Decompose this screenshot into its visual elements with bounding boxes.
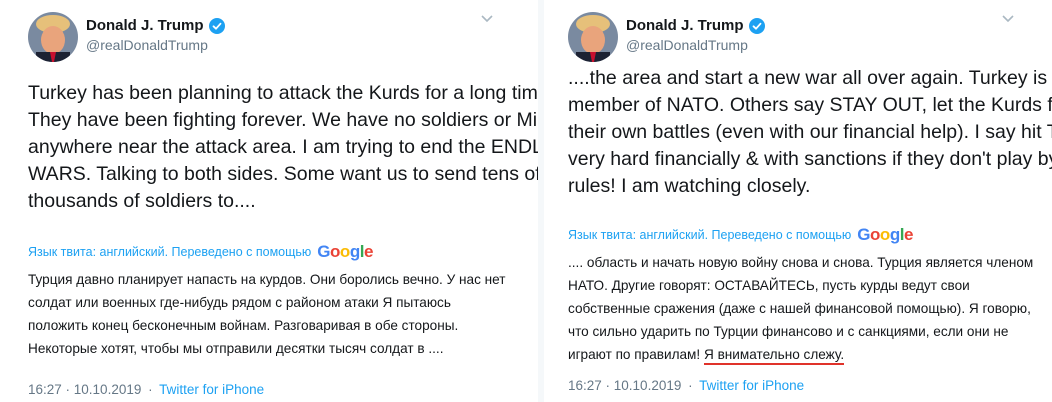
google-logo: Google	[317, 242, 373, 261]
tweet-header: Donald J. Trump @realDonaldTrump	[568, 12, 1052, 64]
google-logo: Google	[857, 225, 913, 244]
author-name[interactable]: Donald J. Trump	[86, 17, 204, 34]
translated-line: НАТО. Другие говорят: ОСТАВАЙТЕСЬ, пусть…	[568, 278, 970, 293]
tweet-line: thousands of soldiers to....	[28, 190, 256, 212]
translated-line-last: играют по правилам! Я внимательно слежу.	[568, 343, 1033, 366]
tweet-timestamp[interactable]: 16:27 · 10.10.2019	[568, 378, 681, 393]
translated-line: Некоторые хотят, чтобы мы отправили деся…	[28, 341, 444, 356]
tweet-timestamp[interactable]: 16:27 · 10.10.2019	[28, 382, 141, 397]
translation-attribution[interactable]: Язык твита: английский. Переведено с пом…	[28, 242, 373, 262]
highlighted-phrase: Я внимательно слежу.	[703, 347, 845, 365]
translated-line: что сильно ударить по Турции финансово и…	[568, 324, 1009, 339]
tweet-card-2: Donald J. Trump @realDonaldTrump ....the…	[538, 0, 1052, 402]
tweet-text: ....the area and start a new war all ove…	[568, 65, 1052, 200]
tweet-meta: 16:27 · 10.10.2019 · Twitter for iPhone	[28, 382, 264, 397]
chevron-down-icon[interactable]	[480, 14, 494, 24]
translated-line-prefix: играют по правилам!	[568, 347, 704, 362]
tweet-line: member of NATO. Others say STAY OUT, let…	[568, 94, 1052, 116]
tweet-line: ....the area and start a new war all ove…	[568, 67, 1052, 89]
tweet-line: very hard financially & with sanctions i…	[568, 148, 1052, 170]
meta-separator: ·	[148, 382, 153, 397]
translated-line: солдат или военных где-нибудь рядом с ра…	[28, 295, 451, 310]
translation-label[interactable]: Язык твита: английский. Переведено с пом…	[568, 228, 851, 242]
translated-line: .... область и начать новую войну снова …	[568, 255, 1034, 270]
translated-line: Турция давно планирует напасть на курдов…	[28, 272, 506, 287]
translated-line: положить конец бесконечным войнам. Разго…	[28, 318, 459, 333]
tweet-source-link[interactable]: Twitter for iPhone	[699, 378, 804, 393]
chevron-down-icon[interactable]	[1001, 14, 1015, 24]
meta-separator: ·	[688, 378, 693, 393]
tweet-card-1: Donald J. Trump @realDonaldTrump Turkey …	[0, 0, 538, 402]
tweet-meta: 16:27 · 10.10.2019 · Twitter for iPhone	[568, 378, 804, 393]
translated-text: .... область и начать новую войну снова …	[568, 251, 1033, 366]
tweet-line: They have been fighting forever. We have…	[28, 109, 538, 131]
translation-label[interactable]: Язык твита: английский. Переведено с пом…	[28, 245, 311, 259]
tweet-text: Turkey has been planning to attack the K…	[28, 80, 538, 215]
author-name-row: Donald J. Trump	[626, 17, 765, 34]
translated-text: Турция давно планирует напасть на курдов…	[28, 268, 506, 360]
tweet-source-link[interactable]: Twitter for iPhone	[159, 382, 264, 397]
verified-badge-icon	[208, 17, 225, 34]
author-name-row: Donald J. Trump	[86, 17, 225, 34]
verified-badge-icon	[748, 17, 765, 34]
tweet-line: rules! I am watching closely.	[568, 175, 811, 197]
avatar[interactable]	[28, 12, 78, 62]
translation-attribution[interactable]: Язык твита: английский. Переведено с пом…	[568, 225, 913, 245]
tweet-line: their own battles (even with our financi…	[568, 121, 1052, 143]
tweet-header: Donald J. Trump @realDonaldTrump	[28, 12, 538, 64]
author-handle[interactable]: @realDonaldTrump	[86, 37, 208, 53]
author-handle[interactable]: @realDonaldTrump	[626, 37, 748, 53]
tweet-line: WARS. Talking to both sides. Some want u…	[28, 163, 538, 185]
avatar[interactable]	[568, 12, 618, 62]
author-name[interactable]: Donald J. Trump	[626, 17, 744, 34]
tweet-line: Turkey has been planning to attack the K…	[28, 82, 538, 104]
translated-line: собственные сражения (даже с нашей финан…	[568, 301, 1031, 316]
tweet-line: anywhere near the attack area. I am tryi…	[28, 136, 538, 158]
